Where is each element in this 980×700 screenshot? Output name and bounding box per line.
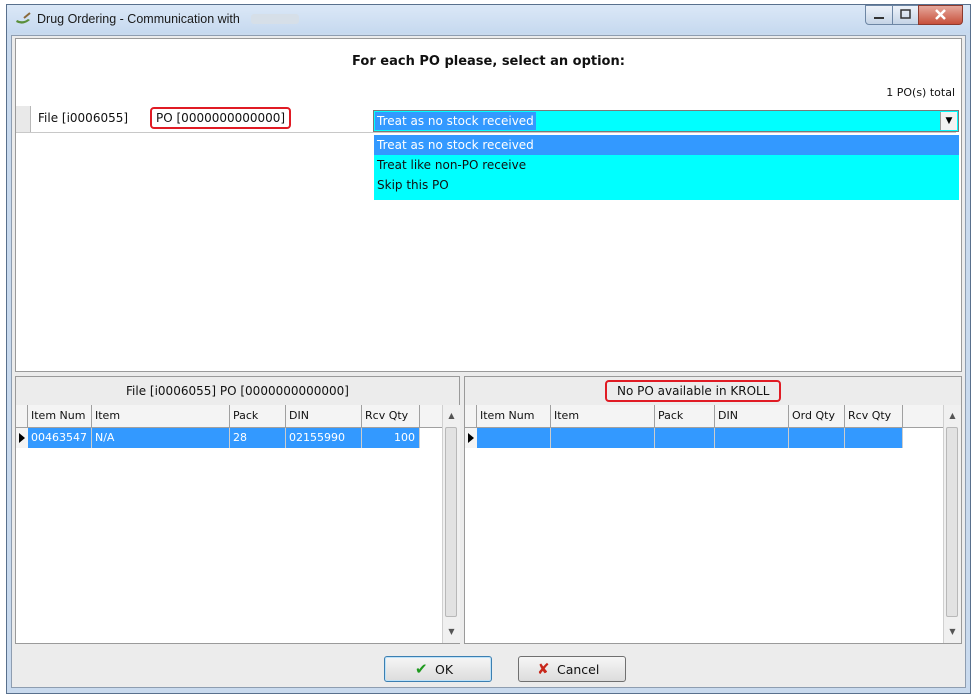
cell-item-num[interactable]: [477, 428, 551, 448]
col-rcv-qty[interactable]: Rcv Qty: [845, 405, 903, 427]
dropdown-options-list: Treat as no stock received Treat like no…: [374, 135, 959, 200]
cell-ord-qty[interactable]: [789, 428, 845, 448]
cancel-button[interactable]: ✘ Cancel: [518, 656, 626, 682]
grid-corner: [16, 405, 28, 427]
row-divider: [16, 132, 956, 133]
table-row[interactable]: [465, 428, 903, 448]
window-title: Drug Ordering - Communication with: [37, 12, 240, 26]
file-po-grid: Item Num Item Pack DIN Rcv Qty 00463547 …: [16, 405, 442, 643]
kroll-po-panel-header: No PO available in KROLL: [465, 377, 961, 405]
dropdown-option-no-stock[interactable]: Treat as no stock received: [374, 135, 959, 155]
col-rcv-qty[interactable]: Rcv Qty: [362, 405, 420, 427]
cell-item-num[interactable]: 00463547: [28, 428, 92, 448]
kroll-po-panel: No PO available in KROLL Item Num Item P…: [464, 376, 962, 644]
scroll-up-icon[interactable]: ▲: [944, 407, 961, 425]
row-indicator[interactable]: [16, 106, 31, 133]
title-bar[interactable]: Drug Ordering - Communication with: [7, 5, 970, 33]
po-row-number-label: PO [0000000000000]: [150, 107, 292, 129]
pill-spoon-icon: [16, 12, 31, 24]
col-din[interactable]: DIN: [286, 405, 362, 427]
cell-din[interactable]: [715, 428, 789, 448]
po-total-count: 1 PO(s) total: [886, 86, 955, 99]
scroll-thumb[interactable]: [445, 427, 457, 617]
dialog-window: Drug Ordering - Communication with For e…: [6, 4, 971, 694]
cell-rcv-qty[interactable]: [845, 428, 903, 448]
ok-button[interactable]: ✔ OK: [384, 656, 492, 682]
col-item-num[interactable]: Item Num: [28, 405, 92, 427]
file-po-panel: File [i0006055] PO [0000000000000] Item …: [15, 376, 460, 644]
col-item[interactable]: Item: [551, 405, 655, 427]
col-item[interactable]: Item: [92, 405, 230, 427]
po-options-panel: For each PO please, select an option: 1 …: [15, 38, 962, 372]
close-x-icon: ✘: [537, 660, 550, 678]
grid-corner: [465, 405, 477, 427]
col-pack[interactable]: Pack: [655, 405, 715, 427]
kroll-po-grid: Item Num Item Pack DIN Ord Qty Rcv Qty: [465, 405, 943, 643]
chevron-down-icon[interactable]: ▼: [940, 112, 957, 130]
options-heading: For each PO please, select an option:: [352, 54, 625, 69]
maximize-icon: [900, 9, 911, 19]
scroll-thumb[interactable]: [946, 427, 958, 617]
po-option-dropdown[interactable]: Treat as no stock received ▼: [373, 110, 959, 132]
close-button[interactable]: [918, 5, 963, 25]
scroll-down-icon[interactable]: ▼: [443, 623, 460, 641]
dialog-client-area: For each PO please, select an option: 1 …: [11, 35, 966, 688]
cell-pack[interactable]: 28: [230, 428, 286, 448]
grid-header: Item Num Item Pack DIN Ord Qty Rcv Qty: [465, 405, 943, 428]
col-ord-qty[interactable]: Ord Qty: [789, 405, 845, 427]
right-grid-scrollbar[interactable]: ▲ ▼: [943, 405, 961, 643]
ok-button-label: OK: [435, 662, 454, 677]
col-item-num[interactable]: Item Num: [477, 405, 551, 427]
left-grid-scrollbar[interactable]: ▲ ▼: [442, 405, 460, 643]
dropdown-option-non-po-receive[interactable]: Treat like non-PO receive: [374, 155, 959, 175]
file-po-panel-header: File [i0006055] PO [0000000000000]: [16, 377, 459, 405]
minimize-icon: [874, 17, 884, 19]
cell-rcv-qty[interactable]: 100: [362, 428, 420, 448]
scroll-down-icon[interactable]: ▼: [944, 623, 961, 641]
po-row-file-label: File [i0006055]: [38, 111, 129, 125]
cell-item[interactable]: [551, 428, 655, 448]
col-pack[interactable]: Pack: [230, 405, 286, 427]
grid-header: Item Num Item Pack DIN Rcv Qty: [16, 405, 442, 428]
dropdown-selected-value: Treat as no stock received: [375, 112, 536, 130]
cancel-button-label: Cancel: [557, 662, 600, 677]
redacted-vendor-name: [251, 14, 299, 24]
cell-din[interactable]: 02155990: [286, 428, 362, 448]
scroll-up-icon[interactable]: ▲: [443, 407, 460, 425]
table-row[interactable]: 00463547 N/A 28 02155990 100: [16, 428, 420, 448]
dropdown-option-skip-po[interactable]: Skip this PO: [374, 175, 959, 195]
minimize-button[interactable]: [865, 5, 893, 25]
close-icon: [935, 9, 946, 20]
kroll-po-panel-title: No PO available in KROLL: [605, 380, 782, 402]
cell-pack[interactable]: [655, 428, 715, 448]
file-po-panel-title: File [i0006055] PO [0000000000000]: [126, 384, 349, 398]
cell-item[interactable]: N/A: [92, 428, 230, 448]
col-din[interactable]: DIN: [715, 405, 789, 427]
checkmark-icon: ✔: [415, 660, 428, 678]
maximize-button[interactable]: [892, 5, 919, 25]
